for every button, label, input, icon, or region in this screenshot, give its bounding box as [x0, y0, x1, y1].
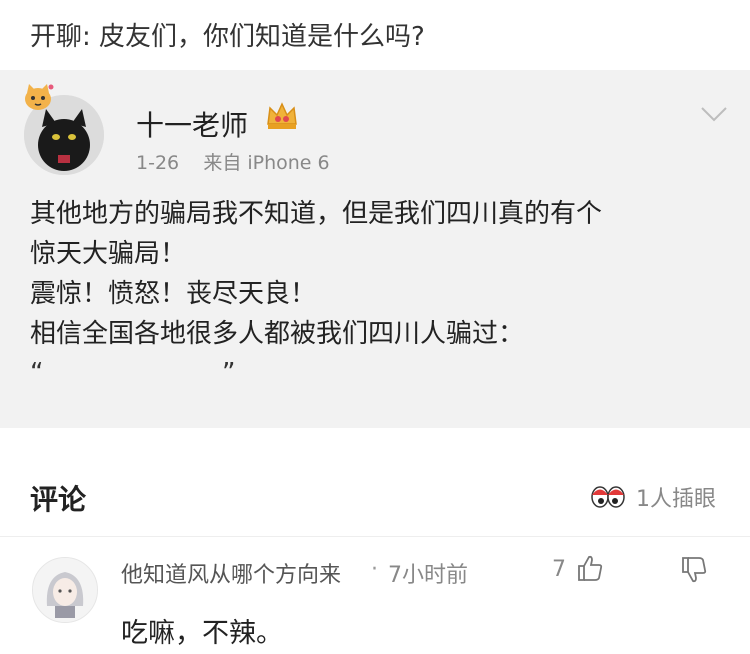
comment-time: 7小时前: [388, 563, 468, 588]
quote-blank: “ ”: [30, 358, 250, 388]
post-line: 相信全国各地很多人都被我们四川人骗过：: [30, 319, 525, 349]
post-line: 震惊！愤怒！丧尽天良！: [30, 279, 317, 309]
comment-text: 吃嘛，不辣。: [121, 618, 283, 649]
post-card[interactable]: 十一老师 1-26 来自 iPhone 6 其他地方的骗局我不知道，但是我们四川…: [0, 70, 750, 428]
chevron-down-icon[interactable]: [700, 104, 728, 124]
peek-count[interactable]: 1人插眼: [636, 481, 716, 513]
author-name[interactable]: 十一老师: [136, 104, 248, 144]
comment-item: 他知道风从哪个方向来 · 7小时前 7 吃嘛，不辣。: [0, 537, 750, 654]
eyes-icon[interactable]: [590, 482, 626, 512]
thumbs-down-icon[interactable]: [678, 555, 708, 585]
post-body: 其他地方的骗局我不知道，但是我们四川真的有个 惊天大骗局！ 震惊！愤怒！丧尽天良…: [30, 194, 730, 354]
thumbs-up-icon[interactable]: [574, 553, 604, 583]
cat-face-icon: [25, 84, 54, 110]
post-line: 惊天大骗局！: [30, 239, 187, 269]
quote-close-mark: ”: [222, 358, 236, 388]
page-title: 开聊: 皮友们，你们知道是什么吗?: [30, 22, 425, 52]
post-source: 来自 iPhone 6: [203, 152, 330, 174]
commenter-avatar[interactable]: [32, 557, 98, 623]
meta-separator: ·: [371, 557, 378, 582]
quote-open-mark: “: [30, 358, 44, 388]
post-date: 1-26: [136, 152, 180, 174]
anime-girl-avatar-image: [33, 558, 97, 622]
post-line: 其他地方的骗局我不知道，但是我们四川真的有个: [30, 199, 603, 229]
comments-header: 评论 1人插眼: [0, 458, 750, 537]
page-header: 开聊: 皮友们，你们知道是什么吗?: [0, 0, 750, 70]
section-divider: [0, 428, 750, 458]
commenter-name[interactable]: 他知道风从哪个方向来: [121, 557, 341, 589]
post-meta: 1-26 来自 iPhone 6: [136, 148, 330, 175]
crown-icon: [267, 102, 297, 129]
like-count: 7: [552, 557, 566, 582]
comments-title: 评论: [30, 483, 87, 516]
